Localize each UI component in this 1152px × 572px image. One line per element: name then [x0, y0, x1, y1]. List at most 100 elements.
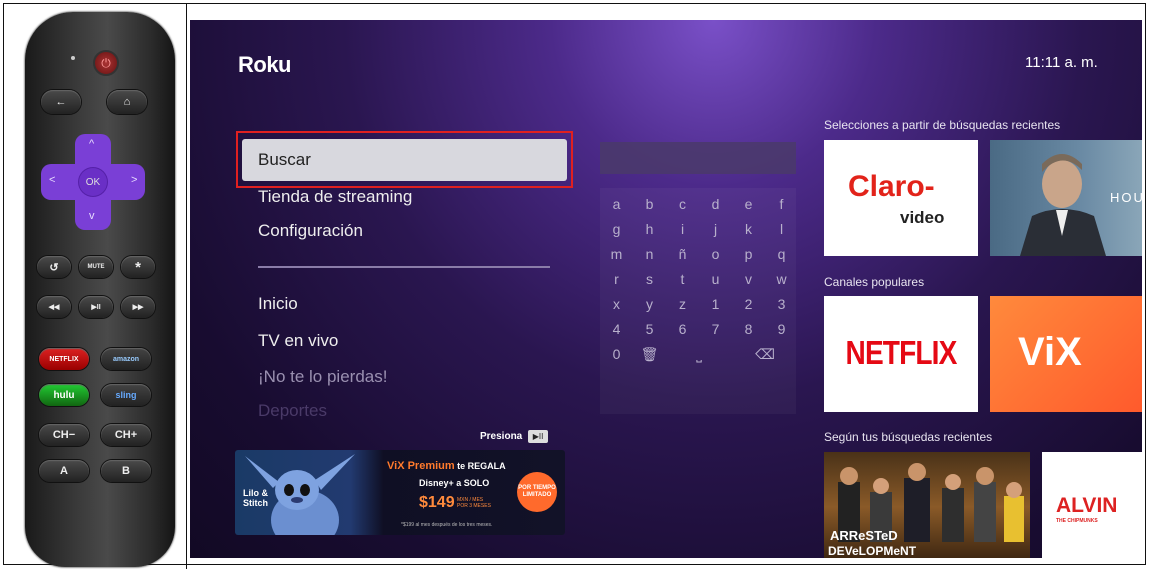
- trash-icon[interactable]: 🗑: [633, 342, 666, 366]
- keyboard-row: rstuvw: [600, 267, 800, 291]
- key-5[interactable]: 5: [633, 317, 666, 341]
- key-m[interactable]: m: [600, 242, 633, 266]
- netflix-button[interactable]: NETFLIX: [39, 348, 89, 370]
- key-n[interactable]: n: [633, 242, 666, 266]
- claro-logo: Claro-: [848, 170, 935, 203]
- key-u[interactable]: u: [699, 267, 732, 291]
- roku-remote: ⏻ ← ⌂ ^ v < > OK ↺ MUTE * ◀◀ ▶II ▶▶ NETF…: [25, 12, 175, 567]
- key-0[interactable]: 0: [600, 342, 633, 366]
- power-button[interactable]: ⏻: [93, 50, 119, 76]
- key-g[interactable]: g: [600, 217, 633, 241]
- channel-down-button[interactable]: CH−: [39, 424, 89, 446]
- hulu-button[interactable]: hulu: [39, 384, 89, 406]
- house-portrait: [1020, 154, 1106, 256]
- promo-headline: ViX Premium te REGALA: [387, 460, 506, 472]
- promo-press-label: Presiona: [480, 431, 523, 442]
- promo-banner[interactable]: Lilo & Stitch ViX Premium te REGALA Disn…: [235, 450, 565, 535]
- play-pause-icon: ▶II: [91, 304, 101, 311]
- key-f[interactable]: f: [765, 192, 798, 216]
- key-2[interactable]: 2: [732, 292, 765, 316]
- fast-forward-button[interactable]: ▶▶: [121, 296, 155, 318]
- alvin-subtitle: THE CHIPMUNKS: [1056, 518, 1098, 524]
- menu-item-tienda[interactable]: Tienda de streaming: [258, 187, 412, 207]
- key-h[interactable]: h: [633, 217, 666, 241]
- sling-button[interactable]: sling: [101, 384, 151, 406]
- key-b[interactable]: b: [633, 192, 666, 216]
- key-o[interactable]: o: [699, 242, 732, 266]
- key-r[interactable]: r: [600, 267, 633, 291]
- rewind-icon: ◀◀: [48, 304, 60, 311]
- replay-icon: ↺: [49, 261, 59, 274]
- key-x[interactable]: x: [600, 292, 633, 316]
- tile-claro-video[interactable]: Claro- video: [824, 140, 978, 256]
- key-q[interactable]: q: [765, 242, 798, 266]
- remote-panel: ⏻ ← ⌂ ^ v < > OK ↺ MUTE * ◀◀ ▶II ▶▶ NETF…: [5, 6, 185, 567]
- key-7[interactable]: 7: [699, 317, 732, 341]
- key-e[interactable]: e: [732, 192, 765, 216]
- search-input[interactable]: [600, 142, 796, 174]
- key-p[interactable]: p: [732, 242, 765, 266]
- key-3[interactable]: 3: [765, 292, 798, 316]
- key-1[interactable]: 1: [699, 292, 732, 316]
- a-button[interactable]: A: [39, 460, 89, 482]
- menu-item-tv-en-vivo[interactable]: TV en vivo: [258, 331, 338, 351]
- key-z[interactable]: z: [666, 292, 699, 316]
- key-v[interactable]: v: [732, 267, 765, 291]
- key-i[interactable]: i: [666, 217, 699, 241]
- key-s[interactable]: s: [633, 267, 666, 291]
- promo-brand: ViX Premium: [387, 460, 455, 472]
- key-8[interactable]: 8: [732, 317, 765, 341]
- promo-line2: Disney+ a SOLO: [419, 478, 490, 488]
- rewind-button[interactable]: ◀◀: [37, 296, 71, 318]
- key-ñ[interactable]: ñ: [666, 242, 699, 266]
- play-pause-button[interactable]: ▶II: [79, 296, 113, 318]
- tile-arrested-development[interactable]: ARReSTeD DEVeLOPMeNT: [824, 452, 1030, 558]
- ok-button[interactable]: OK: [79, 168, 107, 196]
- key-t[interactable]: t: [666, 267, 699, 291]
- key-9[interactable]: 9: [765, 317, 798, 341]
- key-k[interactable]: k: [732, 217, 765, 241]
- key-6[interactable]: 6: [666, 317, 699, 341]
- netflix-logo: NETFLIX: [845, 334, 958, 371]
- replay-button[interactable]: ↺: [37, 256, 71, 278]
- dpad-right-button[interactable]: >: [131, 174, 137, 186]
- key-y[interactable]: y: [633, 292, 666, 316]
- tile-house[interactable]: HOU: [990, 140, 1142, 256]
- space-key[interactable]: ⎵: [666, 342, 732, 366]
- back-button[interactable]: ←: [41, 90, 81, 114]
- menu-item-configuracion[interactable]: Configuración: [258, 221, 363, 241]
- keyboard-row: 0 🗑 ⎵ ⌫: [600, 342, 800, 366]
- power-icon: ⏻: [101, 55, 111, 70]
- dpad-down-button[interactable]: v: [89, 210, 95, 222]
- key-l[interactable]: l: [765, 217, 798, 241]
- channel-up-button[interactable]: CH+: [101, 424, 151, 446]
- key-w[interactable]: w: [765, 267, 798, 291]
- home-icon: ⌂: [123, 96, 131, 108]
- key-a[interactable]: a: [600, 192, 633, 216]
- arrested-title-bottom: DEVeLOPMeNT: [828, 544, 917, 558]
- key-d[interactable]: d: [699, 192, 732, 216]
- house-title: HOU: [1110, 190, 1142, 205]
- amazon-button[interactable]: amazon: [101, 348, 151, 370]
- options-button[interactable]: *: [121, 256, 155, 278]
- section-based-on-searches: Según tus búsquedas recientes: [824, 430, 993, 444]
- tile-alvin[interactable]: ALVIN THE CHIPMUNKS: [1042, 452, 1142, 558]
- fast-forward-icon: ▶▶: [132, 304, 144, 311]
- menu-item-inicio[interactable]: Inicio: [258, 294, 298, 314]
- menu-item-no-te-lo-pierdas[interactable]: ¡No te lo pierdas!: [258, 367, 387, 387]
- dpad-left-button[interactable]: <: [49, 174, 55, 186]
- key-c[interactable]: c: [666, 192, 699, 216]
- key-j[interactable]: j: [699, 217, 732, 241]
- section-recent-picks: Selecciones a partir de búsquedas recien…: [824, 118, 1061, 132]
- dpad-up-button[interactable]: ^: [89, 138, 94, 150]
- key-4[interactable]: 4: [600, 317, 633, 341]
- mute-button[interactable]: MUTE: [79, 256, 113, 278]
- keyboard-row: mnñopq: [600, 242, 800, 266]
- b-button[interactable]: B: [101, 460, 151, 482]
- home-button[interactable]: ⌂: [107, 90, 147, 114]
- tile-netflix[interactable]: NETFLIX: [824, 296, 978, 412]
- menu-item-deportes[interactable]: Deportes: [258, 401, 327, 421]
- tile-vix[interactable]: ViX: [990, 296, 1142, 412]
- promo-fineprint: *$199 al mes después de los tres meses.: [401, 522, 493, 528]
- backspace-icon[interactable]: ⌫: [732, 342, 798, 366]
